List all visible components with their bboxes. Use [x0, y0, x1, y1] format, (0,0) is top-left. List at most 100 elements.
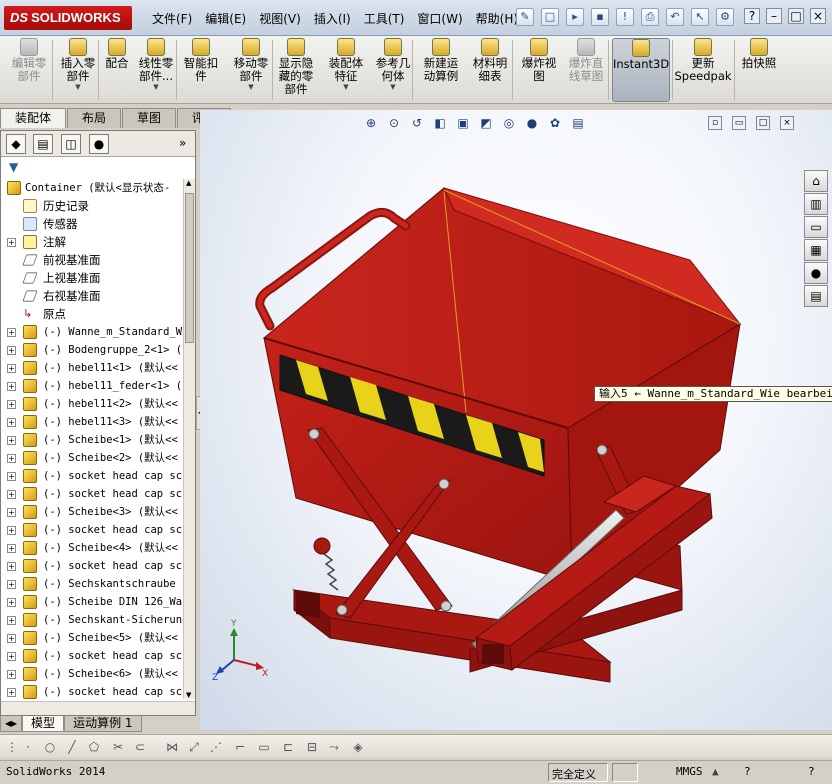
dropdown-arrow-icon[interactable]: ▼ [372, 83, 414, 91]
linear-component-pattern-button[interactable]: 线性零 部件... ▼ [134, 38, 178, 91]
tree-item[interactable]: + (-) hebel11_feder<1> ( [1, 377, 183, 395]
apply-scene-icon[interactable]: ✿ [546, 114, 564, 132]
solidworks-logo[interactable]: DS SOLIDWORKS [4, 6, 132, 30]
expand-icon[interactable]: + [7, 634, 16, 643]
display-manager-icon[interactable]: ● [89, 134, 109, 154]
view-palette-icon[interactable]: ▦ [804, 239, 828, 261]
container-3d-model[interactable]: Y X Z [200, 110, 832, 730]
line-icon[interactable]: ╱ [64, 739, 80, 755]
tab-assembly[interactable]: 装配体 [0, 108, 67, 128]
expand-icon[interactable]: + [7, 652, 16, 661]
move-component-button[interactable]: 移动零 部件 ▼ [228, 38, 274, 91]
expand-icon[interactable]: + [7, 598, 16, 607]
close-button[interactable]: × [810, 8, 826, 24]
expand-icon[interactable]: + [7, 490, 16, 499]
menu-window[interactable]: 窗口(W) [417, 10, 462, 27]
minimize-button[interactable]: – [766, 8, 782, 24]
expand-icon[interactable]: + [7, 526, 16, 535]
expand-icon[interactable]: + [7, 346, 16, 355]
reference-geometry-button[interactable]: 参考几 何体 ▼ [372, 38, 414, 91]
tree-item[interactable]: + (-) Sechskantschraube I [1, 575, 183, 593]
tree-item[interactable]: + (-) Scheibe<6> (默认<< [1, 665, 183, 683]
tab-model[interactable]: 模型 [22, 716, 65, 732]
tree-item[interactable]: + (-) Scheibe DIN 126_Was [1, 593, 183, 611]
tree-item[interactable]: + (-) socket head cap scr [1, 557, 183, 575]
expand-icon[interactable]: + [7, 472, 16, 481]
dropdown-arrow-icon[interactable]: ▼ [58, 83, 98, 91]
tree-item[interactable]: + (-) socket head cap scr [1, 485, 183, 503]
expand-icon[interactable]: + [7, 562, 16, 571]
tree-item[interactable]: ↳ 原点 [1, 305, 183, 323]
viewport-close-icon[interactable]: × [780, 116, 794, 130]
expand-icon[interactable]: + [7, 454, 16, 463]
tree-item[interactable]: 右视基准面 [1, 287, 183, 305]
tree-horizontal-scrollbar[interactable] [1, 701, 195, 715]
repair-sketch-icon[interactable]: ⤳ [326, 739, 342, 755]
tree-item[interactable]: + (-) Scheibe<1> (默认<< [1, 431, 183, 449]
rebuild-warning-icon[interactable]: ! [616, 8, 634, 26]
insert-components-button[interactable]: 插入零 部件 ▼ [58, 38, 98, 91]
bill-of-materials-button[interactable]: 材料明 细表 [470, 38, 510, 83]
instant3d-button[interactable]: Instant3D [612, 38, 670, 102]
expand-icon[interactable]: + [7, 418, 16, 427]
expand-icon[interactable]: + [7, 508, 16, 517]
zoom-to-area-icon[interactable]: ⊙ [385, 114, 403, 132]
new-motion-study-button[interactable]: 新建运 动算例 [416, 38, 466, 83]
point-icon[interactable]: · [20, 739, 36, 755]
options-gear-icon[interactable]: ⚙ [716, 8, 734, 26]
assembly-features-button[interactable]: 装配体 特征 ▼ [324, 38, 368, 91]
expand-icon[interactable]: + [7, 328, 16, 337]
tree-item[interactable]: + (-) Bodengruppe_2<1> ( [1, 341, 183, 359]
section-view-icon[interactable]: ◧ [431, 114, 449, 132]
property-manager-icon[interactable]: ▤ [33, 134, 53, 154]
viewport-maximize-icon[interactable]: □ [756, 116, 770, 130]
mirror-icon[interactable]: ⋈ [164, 739, 180, 755]
expand-panel-icon[interactable]: » [179, 136, 186, 150]
menu-help[interactable]: 帮助(H) [476, 10, 518, 27]
tree-item[interactable]: 前视基准面 [1, 251, 183, 269]
update-speedpak-button[interactable]: 更新 Speedpak [674, 38, 732, 83]
undo-icon[interactable]: ↶ [666, 8, 684, 26]
tree-item[interactable]: + (-) hebel11<2> (默认<< [1, 395, 183, 413]
solidworks-resources-icon[interactable]: ⌂ [804, 170, 828, 192]
previous-view-icon[interactable]: ↺ [408, 114, 426, 132]
show-hidden-components-button[interactable]: 显示隐 藏的零 部件 [276, 38, 316, 96]
tab-nav-arrows-icon[interactable]: ◂▸ [0, 716, 23, 732]
tree-item[interactable]: + (-) Wanne_m_Standard_Wi [1, 323, 183, 341]
expand-icon[interactable]: + [7, 544, 16, 553]
expand-icon[interactable]: + [7, 382, 16, 391]
tab-sketch[interactable]: 草图 [122, 108, 177, 128]
display-style-icon[interactable]: ◩ [477, 114, 495, 132]
relations-icon[interactable]: ⊟ [304, 739, 320, 755]
tree-item[interactable]: + 注解 [1, 233, 183, 251]
corner-icon[interactable]: ⌐ [232, 739, 248, 755]
status-units[interactable]: MMGS [676, 765, 703, 778]
dropdown-arrow-icon[interactable]: ▼ [228, 83, 274, 91]
trim-icon[interactable]: ✂ [110, 739, 126, 755]
expand-icon[interactable]: + [7, 364, 16, 373]
expand-icon[interactable]: + [7, 670, 16, 679]
units-dropdown-icon[interactable]: ▲ [712, 765, 719, 778]
view-settings-icon[interactable]: ▤ [569, 114, 587, 132]
configuration-manager-icon[interactable]: ◫ [61, 134, 81, 154]
take-snapshot-button[interactable]: 拍快照 [738, 38, 780, 70]
tree-vertical-scrollbar[interactable]: ▲ ▼ [183, 179, 195, 699]
tree-item[interactable]: + (-) Scheibe<3> (默认<< [1, 503, 183, 521]
edit-appearance-icon[interactable]: ● [523, 114, 541, 132]
new-document-icon[interactable]: □ [541, 8, 559, 26]
quick-snaps-icon[interactable]: ◈ [350, 739, 366, 755]
menu-edit[interactable]: 编辑(E) [205, 10, 246, 27]
maximize-button[interactable]: □ [788, 8, 804, 24]
view-orientation-icon[interactable]: ▣ [454, 114, 472, 132]
tree-item[interactable]: + (-) Scheibe<5> (默认<< [1, 629, 183, 647]
split-icon[interactable]: ⋰ [208, 739, 224, 755]
tab-motion-study[interactable]: 运动算例 1 [64, 716, 142, 732]
rectangle-icon[interactable]: ▭ [256, 739, 272, 755]
feature-manager-icon[interactable]: ◆ [6, 134, 26, 154]
mate-button[interactable]: 配合 [102, 38, 132, 70]
tree-item[interactable]: + (-) Sechskant-Sicherung [1, 611, 183, 629]
tree-item[interactable]: + (-) hebel11<1> (默认<< [1, 359, 183, 377]
exploded-view-button[interactable]: 爆炸视 图 [518, 38, 560, 83]
expand-icon[interactable]: + [7, 616, 16, 625]
menu-view[interactable]: 视图(V) [259, 10, 301, 27]
